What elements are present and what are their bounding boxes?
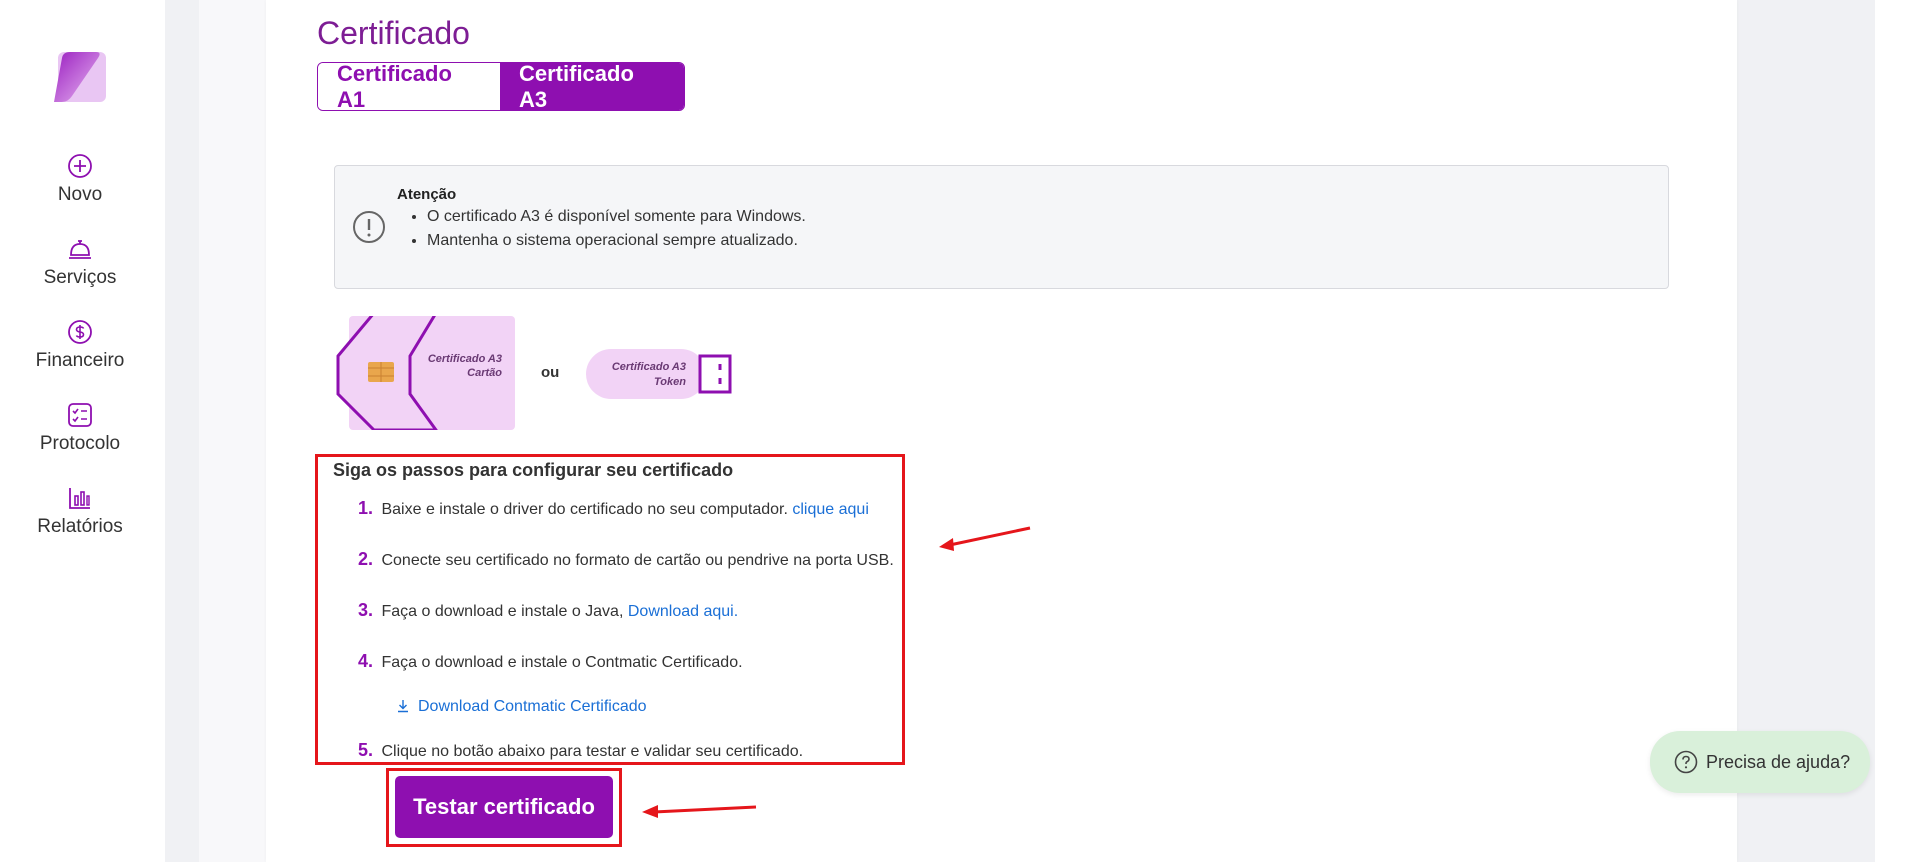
tab-certificado-a1[interactable]: Certificado A1 [318, 63, 500, 110]
step-number: 1. [358, 498, 374, 518]
alert-title: Atenção [397, 186, 457, 203]
driver-download-link[interactable]: clique aqui [792, 501, 869, 518]
step-number: 2. [358, 549, 374, 569]
app-logo[interactable] [52, 52, 108, 104]
sidebar-item-label: Novo [57, 184, 103, 205]
certificate-tabs: Certificado A1 Certificado A3 [317, 62, 685, 111]
test-certificate-button[interactable]: Testar certificado [395, 776, 613, 838]
card-label-line2: Cartão [467, 367, 502, 379]
sidebar: Novo Serviços Financeiro Protocolo Relat… [0, 0, 165, 862]
sidebar-item-servicos[interactable]: Serviços [0, 235, 160, 289]
step-number: 3. [358, 600, 374, 620]
sidebar-item-relatorios[interactable]: Relatórios [0, 484, 160, 538]
step-number: 4. [358, 651, 374, 671]
step-2: 2. Conecte seu certificado no formato de… [358, 549, 894, 570]
java-download-link[interactable]: Download aqui. [628, 603, 738, 620]
bell-service-icon [69, 240, 91, 259]
bar-chart-icon [69, 488, 90, 509]
step-5: 5. Clique no botão abaixo para testar e … [358, 740, 803, 761]
step-3: 3. Faça o download e instale o Java, Dow… [358, 600, 738, 621]
alert-list: O certificado A3 é disponível somente pa… [427, 208, 806, 256]
right-margin [1875, 0, 1907, 862]
token-label-line1: Certificado A3 [612, 361, 686, 373]
contmatic-download-link[interactable]: Download Contmatic Certificado [396, 698, 647, 716]
or-separator: ou [541, 364, 560, 381]
usb-token-illustration: Certificado A3 Token [586, 349, 732, 399]
step-text: Baixe e instale o driver do certificado … [381, 501, 788, 518]
sidebar-item-novo[interactable]: Novo [0, 152, 160, 206]
attention-alert: Atenção O certificado A3 é disponível so… [334, 165, 1669, 289]
annotation-arrow [939, 526, 1031, 551]
step-text: Conecte seu certificado no formato de ca… [381, 552, 894, 569]
exclamation-circle-icon [353, 211, 385, 243]
tab-certificado-a3[interactable]: Certificado A3 [500, 63, 684, 110]
smart-card-illustration: Certificado A3 Cartão [336, 316, 515, 430]
download-link-label: Download Contmatic Certificado [418, 698, 647, 715]
checklist-icon [68, 403, 92, 427]
card-label-line1: Certificado A3 [428, 353, 502, 365]
dollar-circle-icon [68, 320, 92, 344]
sidebar-item-financeiro[interactable]: Financeiro [0, 318, 160, 372]
download-icon [398, 700, 408, 713]
sidebar-item-label: Financeiro [35, 350, 125, 371]
sidebar-item-protocolo[interactable]: Protocolo [0, 401, 160, 455]
sidebar-item-label: Relatórios [37, 516, 123, 537]
steps-title: Siga os passos para configurar seu certi… [333, 460, 734, 480]
page-title: Certificado [317, 15, 470, 51]
question-circle-icon [1674, 750, 1698, 774]
step-text: Clique no botão abaixo para testar e val… [381, 743, 804, 760]
help-label: Precisa de ajuda? [1706, 751, 1851, 772]
annotation-arrow [642, 805, 757, 818]
alert-item: O certificado A3 é disponível somente pa… [427, 208, 806, 226]
plus-circle-icon [68, 154, 92, 178]
help-button[interactable]: Precisa de ajuda? [1650, 731, 1870, 793]
token-label-line2: Token [654, 376, 686, 388]
sidebar-item-label: Protocolo [39, 433, 121, 454]
step-number: 5. [358, 740, 374, 760]
step-text: Faça o download e instale o Contmatic Ce… [381, 654, 743, 671]
step-text: Faça o download e instale o Java, [381, 603, 624, 620]
sidebar-item-label: Serviços [43, 267, 117, 288]
alert-item: Mantenha o sistema operacional sempre at… [427, 232, 806, 250]
step-1: 1. Baixe e instale o driver do certifica… [358, 498, 869, 519]
step-4: 4. Faça o download e instale o Contmatic… [358, 651, 743, 672]
